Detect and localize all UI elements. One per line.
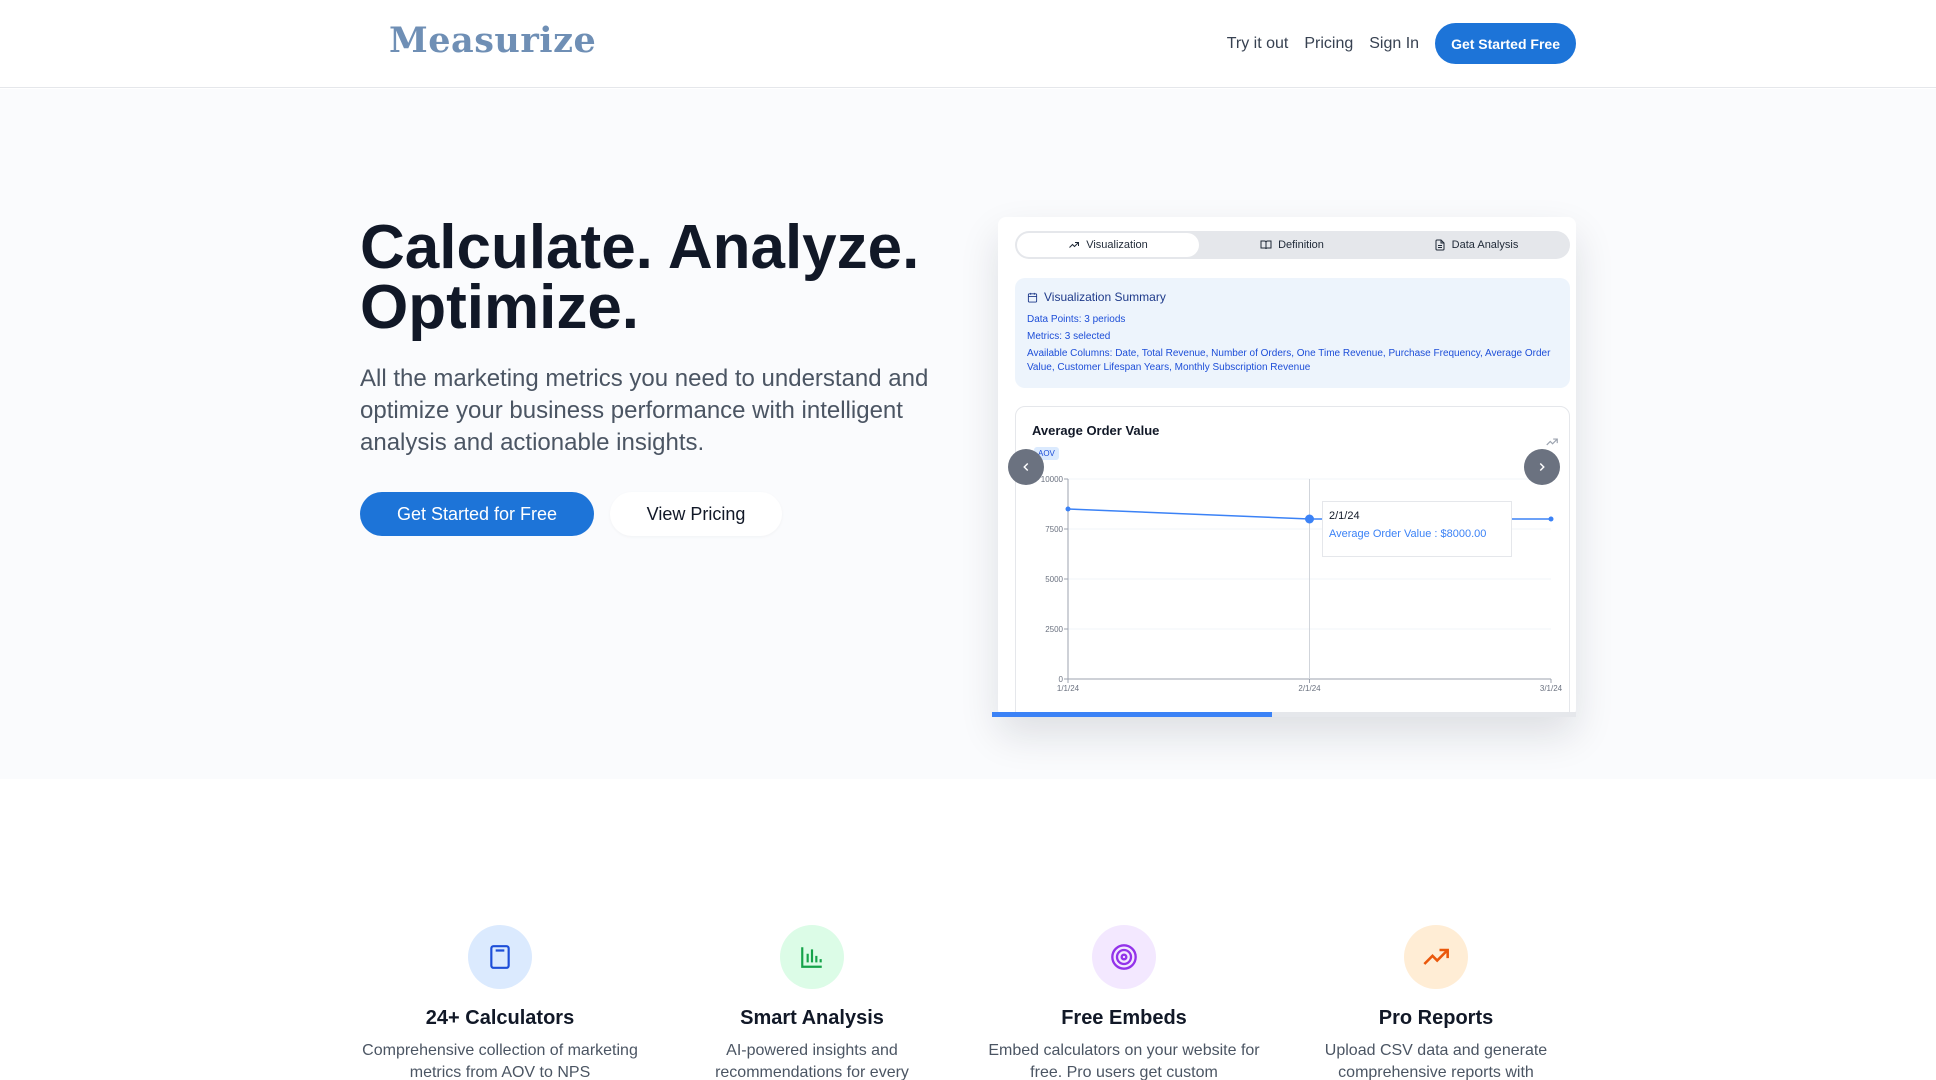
get-started-for-free-button[interactable]: Get Started for Free [360, 492, 594, 536]
visualization-summary: Visualization Summary Data Points: 3 per… [1015, 278, 1570, 388]
target-icon [1111, 944, 1137, 970]
tooltip-date: 2/1/24 [1329, 510, 1360, 522]
hero-section [0, 89, 1936, 779]
summary-title-text: Visualization Summary [1044, 290, 1166, 304]
chart-tooltip: 2/1/24 Average Order Value : $8000.00 [1322, 501, 1512, 557]
tab-visualization-label: Visualization [1086, 239, 1148, 251]
preview-tabs: Visualization Definition Data Analysis [1015, 231, 1570, 259]
y-tick-label: 7500 [1045, 525, 1063, 534]
x-tick-label: 2/1/24 [1298, 684, 1321, 693]
trend-icon [1069, 242, 1080, 248]
feature-title: 24+ Calculators [425, 1007, 575, 1029]
carousel-next-button[interactable] [1524, 449, 1560, 485]
nav-pricing[interactable]: Pricing [1304, 35, 1353, 53]
chevron-right-icon [1539, 462, 1545, 472]
nav-try-it-out[interactable]: Try it out [1227, 35, 1289, 53]
y-tick-label: 5000 [1045, 575, 1063, 584]
summary-metrics: Metrics: 3 selected [1027, 331, 1111, 342]
view-pricing-button[interactable]: View Pricing [610, 492, 782, 536]
tab-data-analysis[interactable]: Data Analysis [1385, 233, 1567, 257]
summary-data-points: Data Points: 3 periods [1027, 314, 1126, 325]
top-nav: Try it out Pricing Sign In Get Started F… [1227, 23, 1576, 64]
chart-panel: Average Order Value AOV 10000 7500 5000 250… [1015, 406, 1570, 717]
x-tick-label: 3/1/24 [1540, 684, 1563, 693]
nav-sign-in[interactable]: Sign In [1369, 35, 1419, 53]
tab-definition-label: Definition [1278, 239, 1324, 251]
hero-title-line1: Calculate. Analyze. [360, 213, 920, 282]
hero-subtitle: All the marketing metrics you need to un… [360, 365, 929, 456]
feature-icon-wrap [1092, 925, 1156, 989]
logo[interactable]: Measurize [389, 20, 596, 61]
feature-title: Free Embeds [1061, 1007, 1187, 1029]
chevron-left-icon [1023, 462, 1029, 472]
line-chart: 10000 7500 5000 2500 01/1/24 2/1/24 3/1/24 [1041, 475, 1563, 693]
y-tick-label: 0 [1059, 675, 1064, 684]
calendar-icon [1027, 292, 1038, 303]
x-tick-label: 1/1/24 [1057, 684, 1080, 693]
summary-columns: Available Columns: Date, Total Revenue, … [1027, 348, 1551, 373]
y-tick-label: 2500 [1045, 625, 1063, 634]
site-header: Measurize Try it out Pricing Sign In Get… [0, 0, 1936, 88]
get-started-free-button[interactable]: Get Started Free [1435, 23, 1576, 64]
y-tick-label: 10000 [1041, 475, 1064, 484]
data-point [1065, 506, 1071, 512]
feature-icon-wrap [780, 925, 844, 989]
feature-icon-wrap [1404, 925, 1468, 989]
data-point [1305, 514, 1314, 524]
feature-title: Smart Analysis [740, 1007, 884, 1029]
hero-title-line2: Optimize. [360, 273, 640, 342]
carousel-prev-button[interactable] [1008, 449, 1044, 485]
feature-desc: Upload CSV data and generate comprehensi… [1324, 1042, 1548, 1080]
file-icon [1435, 239, 1445, 251]
book-icon [1260, 240, 1272, 250]
feature-smart-analysis: Smart Analysis AI-powered insights and r… [672, 925, 952, 1080]
feature-desc: Comprehensive collection of marketing me… [362, 1042, 638, 1080]
feature-desc: AI-powered insights and recommendations … [715, 1042, 909, 1080]
tab-definition[interactable]: Definition [1201, 233, 1383, 257]
feature-title: Pro Reports [1378, 1007, 1494, 1029]
trending-up-icon [1423, 948, 1449, 965]
tooltip-value: Average Order Value : $8000.00 [1329, 528, 1487, 540]
tab-data-analysis-label: Data Analysis [1451, 239, 1519, 251]
preview-card: Visualization Definition Data Analysis V… [998, 217, 1576, 717]
hero-title: Calculate. Analyze. Optimize. [360, 217, 980, 339]
data-point [1548, 516, 1554, 522]
tab-visualization[interactable]: Visualization [1017, 233, 1199, 257]
feature-free-embeds: Free Embeds Embed calculators on your we… [984, 925, 1264, 1080]
calculator-icon [490, 945, 510, 969]
feature-desc: Embed calculators on your website for fr… [988, 1042, 1260, 1080]
summary-title: Visualization Summary [1027, 290, 1558, 304]
carousel-progress [992, 712, 1576, 717]
carousel-progress-fill [992, 712, 1273, 717]
feature-calculators: 24+ Calculators Comprehensive collection… [360, 925, 640, 1080]
feature-pro-reports: Pro Reports Upload CSV data and generate… [1296, 925, 1576, 1080]
bar-chart-icon [801, 947, 822, 968]
feature-icon-wrap [468, 925, 532, 989]
